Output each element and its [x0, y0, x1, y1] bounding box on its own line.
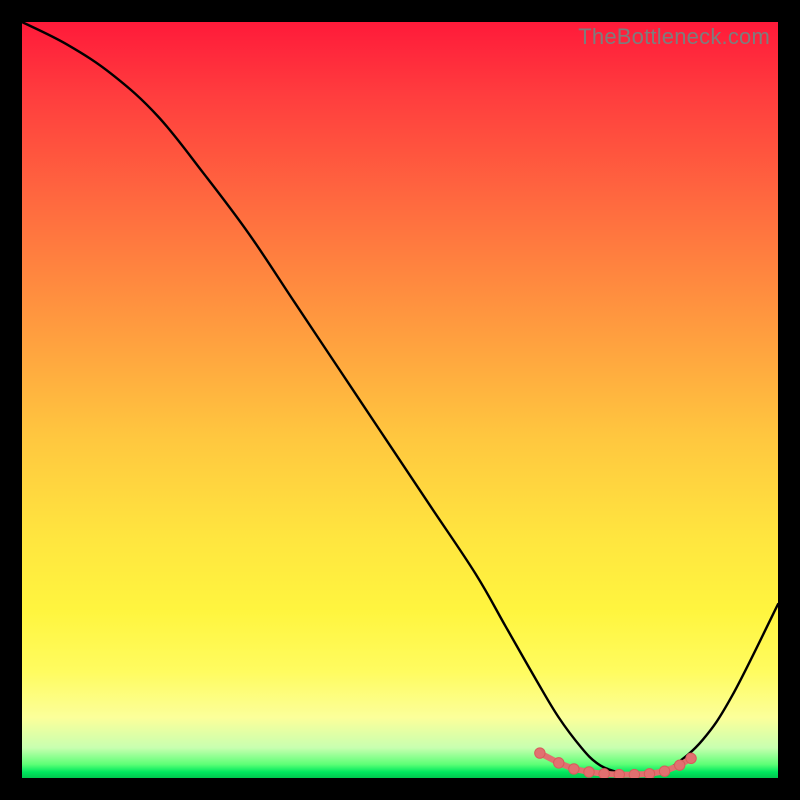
optimal-range-dot: [535, 748, 545, 758]
chart-svg: [22, 22, 778, 778]
optimal-range-dot: [584, 767, 594, 777]
optimal-range-dot: [686, 753, 696, 763]
chart-frame: TheBottleneck.com: [22, 22, 778, 778]
optimal-range-dot: [644, 769, 654, 778]
optimal-range-dot: [569, 764, 579, 774]
optimal-range-dot: [554, 758, 564, 768]
bottleneck-curve: [22, 22, 778, 774]
optimal-range-markers: [535, 748, 697, 778]
optimal-range-dot: [675, 760, 685, 770]
optimal-range-dot: [659, 766, 669, 776]
optimal-range-dot: [599, 769, 609, 778]
optimal-range-dot: [614, 769, 624, 778]
optimal-range-dot: [629, 769, 639, 778]
